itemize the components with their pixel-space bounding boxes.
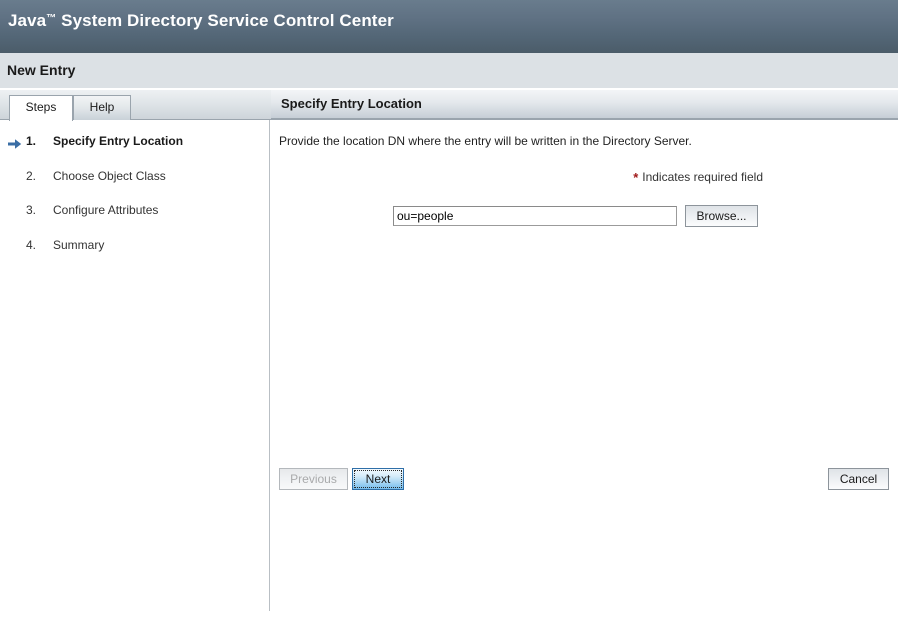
sidebar-step-number: 3.	[26, 203, 37, 217]
browse-button[interactable]: Browse...	[685, 205, 758, 227]
app-titlebar: Java™ System Directory Service Control C…	[0, 0, 898, 53]
tab-steps-label: Steps	[25, 100, 57, 114]
panel-header: Specify Entry Location	[271, 90, 898, 119]
arrow-right-icon	[8, 137, 22, 149]
app-title-rest: System Directory Service Control Center	[56, 11, 394, 30]
tab-help-label: Help	[89, 100, 115, 114]
sidebar-step-label: Specify Entry Location	[53, 134, 184, 148]
content-panel: Provide the location DN where the entry …	[271, 120, 898, 618]
sidebar-step-configure-attributes[interactable]: 3. Configure Attributes	[0, 203, 268, 223]
sidebar-step-label: Summary	[53, 238, 105, 252]
sidebar-step-number: 4.	[26, 238, 37, 252]
required-field-note: * Indicates required field	[633, 170, 763, 185]
sidebar-step-label: Configure Attributes	[53, 203, 159, 217]
sidebar-step-number: 2.	[26, 169, 37, 183]
steps-sidebar: 1. Specify Entry Location 2. Choose Obje…	[0, 120, 270, 611]
entry-parent-dn-row: *Entry Parent DN: Browse...	[271, 205, 898, 230]
page-title-band: New Entry	[0, 53, 898, 89]
previous-button[interactable]: Previous	[279, 468, 348, 490]
sidebar-step-label: Choose Object Class	[53, 169, 166, 183]
sidebar-step-choose-object-class[interactable]: 2. Choose Object Class	[0, 169, 268, 189]
page-title: New Entry	[7, 62, 76, 78]
sidebar-step-number: 1.	[26, 134, 37, 148]
panel-header-title: Specify Entry Location	[281, 96, 422, 111]
sidebar-step-summary[interactable]: 4. Summary	[0, 238, 268, 258]
required-field-note-label: Indicates required field	[642, 170, 763, 184]
trademark-symbol: ™	[46, 13, 57, 24]
required-asterisk-icon: *	[633, 170, 639, 185]
tab-help[interactable]: Help	[73, 95, 131, 120]
sidebar-step-specify-entry-location[interactable]: 1. Specify Entry Location	[0, 134, 268, 154]
app-title: Java™ System Directory Service Control C…	[8, 11, 394, 31]
instruction-text: Provide the location DN where the entry …	[279, 134, 692, 148]
cancel-button[interactable]: Cancel	[828, 468, 889, 490]
next-button[interactable]: Next	[352, 468, 404, 490]
next-button-label: Next	[354, 470, 402, 488]
wizard-button-bar: Previous Next Cancel	[271, 466, 898, 498]
body-area: 1. Specify Entry Location 2. Choose Obje…	[0, 120, 898, 618]
entry-parent-dn-input[interactable]	[393, 206, 677, 226]
tab-steps[interactable]: Steps	[9, 95, 73, 121]
app-title-main: Java	[8, 11, 47, 30]
